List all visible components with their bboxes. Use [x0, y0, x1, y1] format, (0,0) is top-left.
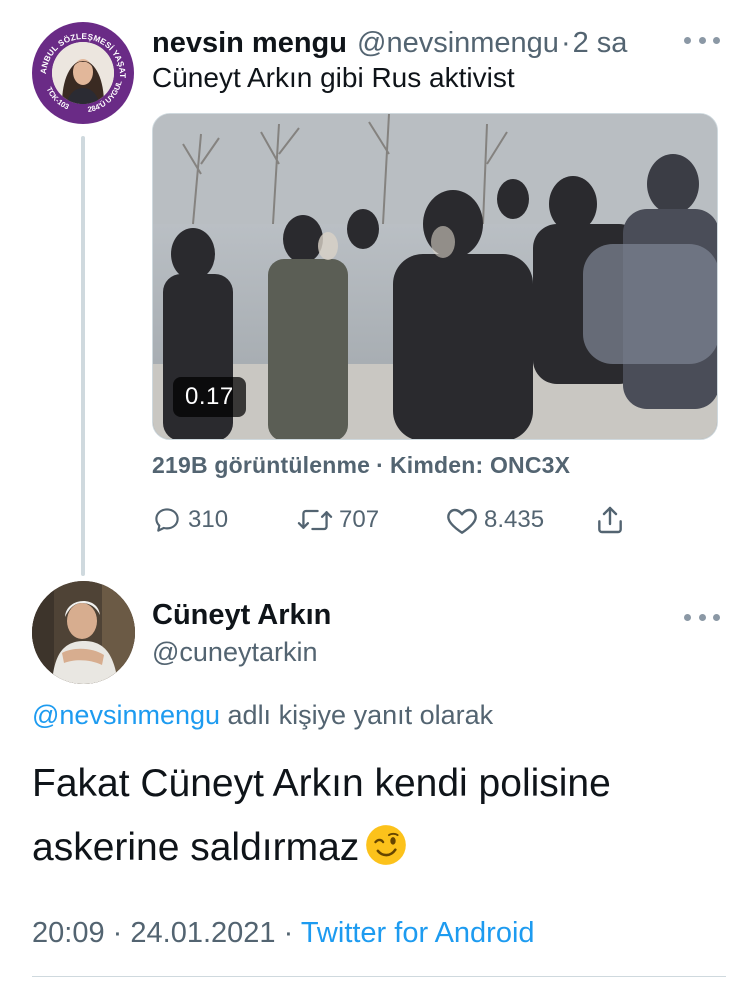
view-count-line: 219B görüntülenme · Kimden: ONC3X: [152, 452, 570, 479]
separator-dot: ·: [112, 917, 123, 949]
replying-to: @nevsinmengu adlı kişiye yanıt olarak: [32, 700, 493, 731]
tweet-text: Fakat Cüneyt Arkın kendi polisine askeri…: [32, 752, 722, 880]
tweet-thread: İSTANBUL SÖZLEŞMESİ YAŞATIR TCK-103 6284…: [0, 0, 750, 995]
tweet-text-line-with-emoji: askerine saldırmaz: [32, 816, 722, 880]
user-handle[interactable]: @cuneytarkin: [152, 637, 317, 668]
display-name[interactable]: nevsin mengu: [152, 27, 347, 60]
tweet-text-line: Fakat Cüneyt Arkın kendi polisine: [32, 762, 611, 805]
reply-to-mention-link[interactable]: @nevsinmengu: [32, 700, 220, 730]
tweet-time[interactable]: 2 sa: [573, 27, 628, 60]
retweet-count: 707: [339, 506, 380, 533]
share-icon: [598, 506, 622, 534]
user-handle[interactable]: @nevsinmengu: [357, 27, 559, 60]
divider: [32, 976, 726, 977]
video-player[interactable]: 0.17: [152, 113, 718, 440]
like-button[interactable]: 8.435: [446, 500, 544, 540]
media-source[interactable]: Kimden: ONC3X: [390, 452, 570, 478]
tweet-time[interactable]: 20:09: [32, 917, 105, 949]
tweet-text-line: askerine saldırmaz: [32, 826, 360, 869]
thread-connector-line: [81, 136, 85, 576]
avatar-photo: [32, 581, 135, 684]
tweet-source-link[interactable]: Twitter for Android: [301, 917, 535, 949]
retweet-icon: [297, 509, 333, 531]
separator-dot: ·: [560, 26, 571, 59]
share-button[interactable]: [594, 500, 626, 540]
avatar[interactable]: İSTANBUL SÖZLEŞMESİ YAŞATIR TCK-103 6284…: [32, 22, 134, 124]
separator-dot: ·: [376, 452, 384, 478]
tweet-header: nevsin mengu @nevsinmengu · 2 sa: [152, 26, 726, 60]
winking-face-emoji-icon: [366, 825, 407, 865]
reply-count: 310: [188, 506, 229, 533]
more-icon[interactable]: [684, 611, 720, 623]
tweet-date[interactable]: 24.01.2021: [130, 917, 275, 949]
video-duration-badge: 0.17: [173, 377, 246, 417]
separator-dot: ·: [283, 917, 294, 949]
retweet-button[interactable]: 707: [297, 500, 379, 540]
reply-button[interactable]: 310: [152, 500, 228, 540]
reply-icon: [155, 508, 179, 532]
like-count: 8.435: [484, 506, 545, 533]
tweet-actions: 310 707 8.435: [152, 500, 632, 540]
display-name[interactable]: Cüneyt Arkın: [152, 599, 331, 632]
avatar-photo: [52, 42, 114, 104]
more-icon[interactable]: [684, 34, 720, 46]
tweet-meta: 20:09 · 24.01.2021 · Twitter for Android: [32, 917, 535, 950]
reply-to-label: adlı kişiye yanıt olarak: [227, 700, 494, 730]
avatar[interactable]: [32, 581, 135, 684]
tweet-text: Cüneyt Arkın gibi Rus aktivist: [152, 62, 515, 93]
like-icon: [447, 508, 477, 534]
view-count: 219B görüntülenme: [152, 452, 371, 478]
